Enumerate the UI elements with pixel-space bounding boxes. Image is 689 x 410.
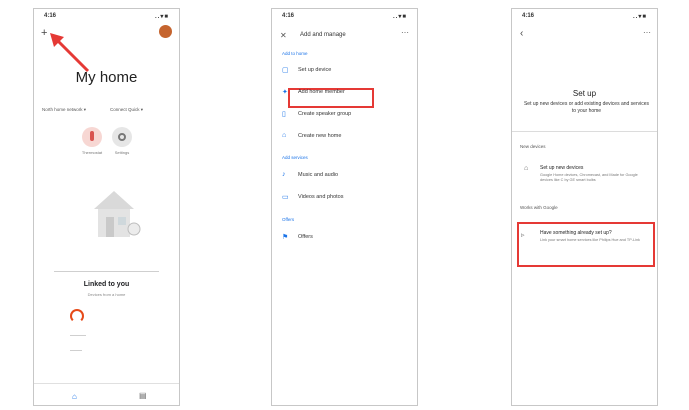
option-description: Google Home devices, Chromecast, and Mad… bbox=[540, 173, 638, 182]
network-dropdown[interactable]: North home network ▾ bbox=[42, 107, 86, 113]
device-status-icon[interactable] bbox=[70, 309, 84, 323]
status-icons: ..▾■ bbox=[155, 14, 169, 20]
menu-item-offers[interactable]: ⚑ Offers bbox=[282, 231, 409, 244]
shortcut-label: Settings bbox=[114, 150, 130, 155]
page-title: Set up bbox=[572, 89, 597, 98]
page-title: My home bbox=[75, 69, 138, 86]
music-icon: ♪ bbox=[282, 171, 286, 178]
device-icon: ▢ bbox=[282, 67, 289, 74]
members-icon: ✦ bbox=[282, 89, 288, 96]
phone-screen-add-manage: 4:16 ..▾■ ✕ Add and manage ⋯ Add to home… bbox=[271, 8, 418, 406]
rooms-icon[interactable]: ▤ bbox=[139, 391, 147, 400]
option-title[interactable]: Have something already set up? bbox=[540, 230, 612, 236]
house-illustration bbox=[94, 191, 141, 237]
video-icon: ▭ bbox=[282, 194, 289, 201]
section-label: Offers bbox=[282, 217, 295, 222]
divider bbox=[512, 131, 657, 132]
home-icon[interactable]: ⌂ bbox=[72, 392, 77, 401]
device-label-placeholder bbox=[70, 335, 86, 336]
section-header: New devices bbox=[520, 144, 546, 149]
section-header: Works with Google bbox=[520, 205, 558, 210]
more-icon[interactable]: ⋯ bbox=[643, 28, 651, 37]
section-label: Add services bbox=[282, 155, 308, 160]
status-time: 4:16 bbox=[522, 13, 535, 19]
menu-item-create-speaker-group[interactable]: ▯ Create speaker group bbox=[282, 108, 409, 121]
settings-icon[interactable] bbox=[112, 127, 132, 147]
linked-subtitle: Devices from a home bbox=[87, 292, 126, 297]
more-icon[interactable]: ⋯ bbox=[401, 28, 409, 37]
linked-title: Linked to you bbox=[83, 281, 130, 288]
back-icon[interactable]: ‹ bbox=[520, 28, 523, 39]
phone-screen-home: 4:16 ..▾■ + My home North home network ▾… bbox=[33, 8, 180, 406]
status-bar: 4:16 ..▾■ bbox=[42, 13, 171, 23]
avatar[interactable] bbox=[159, 25, 172, 38]
shortcut-label: Thermostat bbox=[81, 150, 103, 155]
connect-dropdown[interactable]: Connect Quick ▾ bbox=[110, 107, 143, 113]
bottom-nav-divider bbox=[34, 383, 179, 384]
link-icon: ▹ bbox=[521, 232, 525, 239]
section-label: Add to home bbox=[282, 51, 308, 56]
phone-screen-set-up: 4:16 ..▾■ ‹ ⋯ Set up Set up new devices … bbox=[511, 8, 658, 406]
menu-item-videos-and-photos[interactable]: ▭ Videos and photos bbox=[282, 191, 409, 204]
highlight-box bbox=[517, 222, 655, 267]
divider bbox=[54, 271, 159, 272]
status-bar: 4:16 ..▾■ bbox=[520, 13, 649, 23]
close-icon[interactable]: ✕ bbox=[280, 31, 287, 40]
status-icons: ..▾■ bbox=[633, 14, 647, 20]
page-title: Add and manage bbox=[300, 32, 346, 38]
offers-icon: ⚑ bbox=[282, 234, 289, 241]
status-time: 4:16 bbox=[44, 13, 57, 19]
status-bar: 4:16 ..▾■ bbox=[280, 13, 409, 23]
page-subtitle: Set up new devices or add existing devic… bbox=[523, 101, 650, 114]
menu-item-add-home-member[interactable]: ✦ Add home member bbox=[282, 86, 409, 99]
menu-item-set-up-device[interactable]: ▢ Set up device bbox=[282, 64, 409, 77]
status-time: 4:16 bbox=[282, 13, 295, 19]
status-icons: ..▾■ bbox=[393, 14, 407, 20]
thermostat-icon[interactable] bbox=[82, 127, 102, 147]
menu-item-create-new-home[interactable]: ⌂ Create new home bbox=[282, 130, 409, 143]
option-title[interactable]: Set up new devices bbox=[540, 165, 583, 171]
menu-item-music-and-audio[interactable]: ♪ Music and audio bbox=[282, 169, 409, 182]
home-icon: ⌂ bbox=[282, 132, 287, 139]
speaker-icon: ▯ bbox=[282, 111, 286, 118]
device-label-placeholder bbox=[70, 350, 82, 351]
option-description: Link your smart home services like Phili… bbox=[540, 238, 640, 242]
home-icon: ⌂ bbox=[524, 165, 529, 172]
